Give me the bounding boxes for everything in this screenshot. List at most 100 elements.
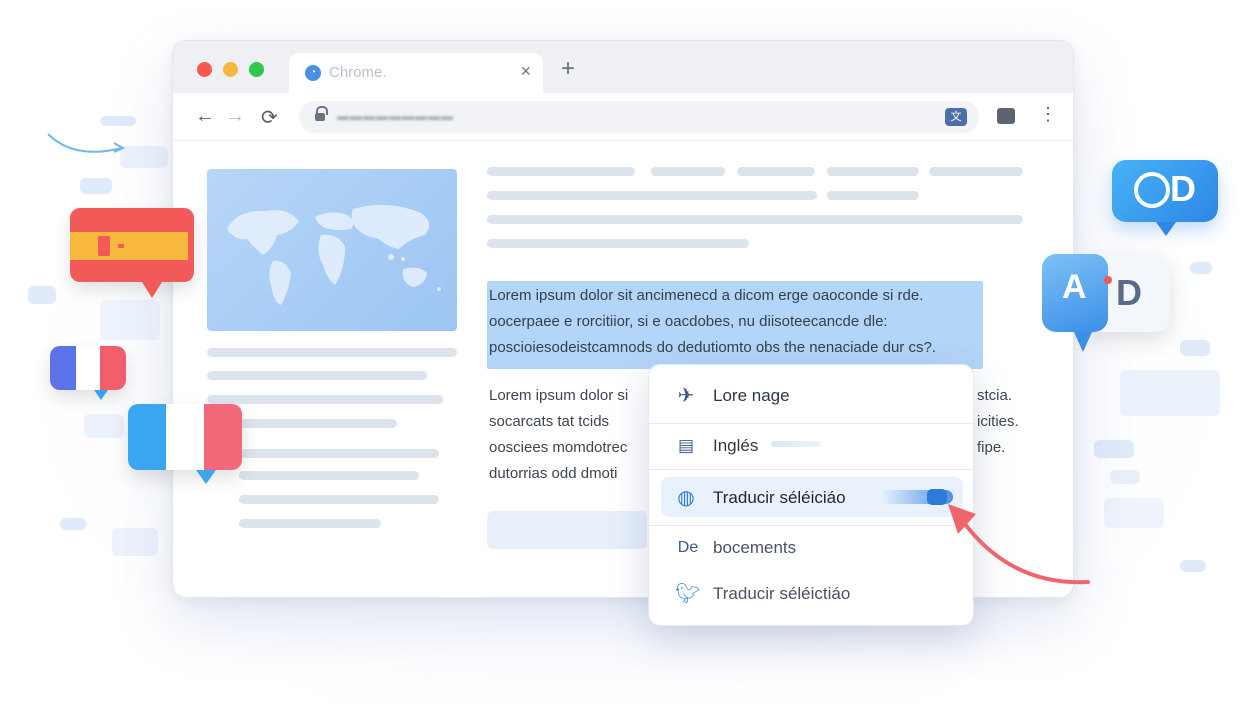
flag-stripe-white bbox=[166, 404, 204, 470]
language-indicator bbox=[771, 441, 821, 447]
heading-placeholder-bar bbox=[929, 167, 1023, 176]
bird-icon: 🐦︎ bbox=[675, 583, 701, 605]
menu-item-lore-nage[interactable]: ✈ Lore nage bbox=[661, 375, 963, 415]
bubble-tail bbox=[94, 390, 108, 400]
menu-item-ingles[interactable]: ▤ Inglés bbox=[661, 425, 963, 465]
pointer-arrow-icon bbox=[948, 504, 1090, 585]
menu-item-traducir-seleccion-2[interactable]: 🐦︎ Traducir séléictiáo bbox=[661, 573, 963, 613]
deco-block bbox=[112, 528, 158, 556]
heading-placeholder-bar bbox=[827, 191, 919, 200]
deco-block bbox=[84, 414, 124, 438]
menu-divider bbox=[649, 525, 975, 526]
spain-flag-emblem bbox=[98, 236, 110, 256]
translate-page-icon[interactable]: 文 bbox=[945, 108, 967, 126]
translate-badge-top: D bbox=[1112, 160, 1218, 222]
deco-block bbox=[1104, 498, 1164, 528]
globe-icon: ◍ bbox=[677, 487, 695, 509]
flag-stripe-red bbox=[100, 346, 126, 390]
text-placeholder-bar bbox=[207, 371, 427, 380]
translate-badge-a: A bbox=[1042, 254, 1112, 332]
forward-button[interactable]: → bbox=[225, 105, 245, 128]
flag-stripe-white bbox=[76, 346, 100, 390]
menu-divider bbox=[649, 469, 975, 470]
world-map-image bbox=[207, 169, 457, 331]
deco-block bbox=[100, 116, 136, 126]
title-bar: ◔ Chrome. × + bbox=[173, 41, 1073, 93]
menu-item-bocements[interactable]: De bocements bbox=[661, 527, 963, 567]
selected-line: oocerpaee e rorcitiior, si e oacdobes, n… bbox=[489, 313, 888, 330]
menu-divider bbox=[649, 423, 975, 424]
badge-letter: D bbox=[1116, 272, 1142, 313]
text-placeholder-bar bbox=[207, 395, 443, 404]
selected-line: Lorem ipsum dolor sit ancimenecd a dicom… bbox=[489, 287, 924, 304]
tab-title: Chrome. bbox=[329, 64, 387, 81]
french-flag-bubble-small bbox=[50, 346, 126, 390]
browser-menu-icon[interactable]: ⋮ bbox=[1039, 105, 1057, 123]
text-placeholder-bar bbox=[239, 519, 381, 528]
badge-letter: D bbox=[1170, 168, 1196, 209]
translate-symbol-icon bbox=[1134, 172, 1170, 208]
menu-item-label: Traducir séléictiáo bbox=[713, 584, 851, 603]
paragraph-tail: fipe. bbox=[977, 439, 1006, 456]
deco-block bbox=[28, 286, 56, 304]
deco-block bbox=[1180, 340, 1210, 356]
browser-tab[interactable]: ◔ Chrome. × bbox=[289, 53, 543, 93]
document-icon: ▤ bbox=[677, 436, 695, 455]
heading-placeholder-bar bbox=[487, 167, 635, 176]
selected-line: poscioiesodeistcamnods do dedutiomto obs… bbox=[489, 339, 936, 356]
menu-item-label: Inglés bbox=[713, 436, 759, 455]
reload-button[interactable]: ⟳ bbox=[261, 105, 278, 130]
badge-tail bbox=[1074, 332, 1092, 352]
paragraph-tail: icities. bbox=[977, 413, 1019, 430]
tab-close-icon[interactable]: × bbox=[520, 61, 531, 82]
plane-icon: ✈ bbox=[677, 385, 695, 407]
french-flag-bubble-large bbox=[128, 404, 242, 470]
menu-item-label: Lore nage bbox=[713, 386, 790, 405]
new-tab-button[interactable]: + bbox=[561, 57, 575, 81]
address-bar[interactable]: ▬▬▬▬▬▬▬▬▬ 文 bbox=[299, 101, 979, 133]
bubble-tail bbox=[142, 282, 162, 298]
flag-stripe-red bbox=[204, 404, 242, 470]
flag-stripe-blue bbox=[50, 346, 76, 390]
text-placeholder-bar bbox=[207, 348, 457, 357]
paragraph-tail: stcia. bbox=[977, 387, 1013, 404]
context-menu: ✈ Lore nage ▤ Inglés ◍ Traducir séléiciá… bbox=[648, 364, 975, 626]
deco-block bbox=[60, 518, 86, 530]
heading-placeholder-bar bbox=[651, 167, 725, 176]
badge-letter: A bbox=[1062, 268, 1087, 306]
chrome-favicon-icon: ◔ bbox=[305, 65, 321, 81]
text-placeholder-bar bbox=[239, 495, 439, 504]
maximize-window-dot[interactable] bbox=[249, 62, 264, 77]
badge-tail bbox=[1156, 222, 1176, 236]
text-placeholder-bar bbox=[239, 449, 439, 458]
minimize-window-dot[interactable] bbox=[223, 62, 238, 77]
de-text-icon: De bbox=[677, 539, 699, 556]
spain-flag-band bbox=[70, 232, 188, 260]
deco-block bbox=[1094, 440, 1134, 458]
deco-block bbox=[1110, 470, 1140, 484]
flag-stripe-blue bbox=[128, 404, 166, 470]
text-placeholder-bar bbox=[239, 471, 419, 480]
spain-flag-dot bbox=[118, 244, 124, 248]
heading-placeholder-bar bbox=[737, 167, 815, 176]
extension-icon[interactable] bbox=[997, 108, 1015, 124]
selected-paragraph[interactable]: Lorem ipsum dolor sit ancimenecd a dicom… bbox=[489, 283, 1019, 361]
bubble-tail bbox=[196, 470, 216, 484]
menu-item-label: bocements bbox=[713, 538, 797, 557]
heading-placeholder-bar bbox=[827, 167, 919, 176]
back-button[interactable]: ← bbox=[195, 105, 215, 128]
language-button[interactable] bbox=[487, 511, 647, 549]
close-window-dot[interactable] bbox=[197, 62, 212, 77]
deco-block bbox=[1190, 262, 1212, 274]
red-dot-icon bbox=[1104, 276, 1112, 284]
menu-item-traducir-seleccion[interactable]: ◍ Traducir séléiciáo bbox=[661, 477, 963, 517]
deco-block bbox=[1180, 560, 1206, 572]
heading-placeholder-bar bbox=[487, 191, 817, 200]
paragraph-line-tails: stcia. icities. fipe. bbox=[977, 383, 1037, 461]
illustration-stage: ◔ Chrome. × + ← → ⟳ ▬▬▬▬▬▬▬▬▬ 文 ⋮ Lorem … bbox=[0, 0, 1252, 704]
browser-toolbar: ← → ⟳ ▬▬▬▬▬▬▬▬▬ 文 ⋮ bbox=[173, 93, 1073, 141]
heading-placeholder-bar bbox=[487, 239, 749, 248]
menu-item-label: Traducir séléiciáo bbox=[713, 488, 846, 507]
deco-block bbox=[1120, 370, 1220, 416]
deco-block bbox=[100, 300, 160, 340]
